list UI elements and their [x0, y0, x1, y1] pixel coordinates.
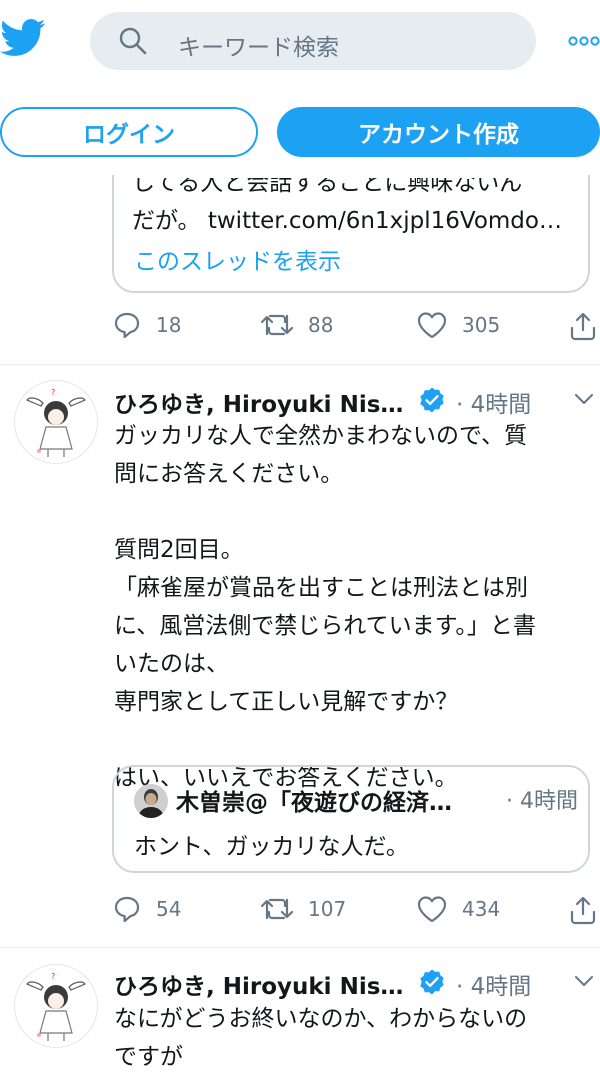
avatar[interactable]: ?	[14, 964, 98, 1048]
quoted-avatar	[134, 784, 168, 818]
retweet-count: 88	[308, 313, 334, 337]
like-button[interactable]: 305	[416, 310, 500, 340]
tweet-time[interactable]: · 4時間	[456, 967, 531, 1001]
tweet-text: ガッカリな人で全然かまわないので、質 問にお答えください。 質問2回目。 「麻雀…	[114, 423, 536, 791]
tweet-divider	[0, 947, 600, 948]
retweet-button[interactable]: 107	[260, 894, 346, 924]
retweet-count: 107	[308, 897, 347, 921]
retweet-icon	[260, 310, 294, 340]
share-button[interactable]	[568, 310, 598, 342]
tweet-text: なにがどうお終いなのか、わからないの ですが	[114, 1006, 528, 1070]
reply-count: 18	[156, 313, 182, 337]
author-name[interactable]: ひろゆき, Hiroyuki Nis…	[114, 385, 403, 419]
retweet-icon	[260, 894, 294, 924]
search-placeholder: キーワード検索	[178, 35, 339, 61]
more-dots-icon[interactable]	[568, 36, 600, 46]
reply-icon	[112, 310, 142, 340]
reply-icon	[112, 894, 142, 924]
login-button[interactable]: ログイン	[0, 107, 258, 157]
quoted-author-name: 木曽崇@「夜遊びの経済…	[176, 790, 452, 816]
quoted-tweet-text: だが。 twitter.com/6n1xjpl16Vomdo…	[132, 208, 562, 234]
like-count: 305	[462, 313, 501, 337]
svg-text:?: ?	[51, 388, 55, 397]
chevron-down-icon[interactable]	[574, 393, 594, 405]
search-input[interactable]: キーワード検索	[90, 12, 536, 70]
tweet-actions: 18 88 305	[112, 310, 600, 350]
tweet-time[interactable]: · 4時間	[456, 385, 531, 419]
quoted-tweet-card[interactable]: 木曽崇@「夜遊びの経済… · 4時間 ホント、ガッカリな人だ。	[112, 765, 590, 873]
show-thread-link[interactable]: このスレッドを表示	[134, 242, 341, 276]
verified-badge-icon	[418, 968, 446, 996]
twitter-bird-icon[interactable]	[0, 18, 46, 60]
signup-button[interactable]: アカウント作成	[277, 107, 600, 157]
avatar[interactable]: ?	[14, 380, 98, 464]
chevron-down-icon[interactable]	[574, 975, 594, 987]
retweet-button[interactable]: 88	[260, 310, 333, 340]
reply-button[interactable]: 18	[112, 310, 181, 340]
share-button[interactable]	[568, 894, 598, 926]
top-bar: キーワード検索 ログイン アカウント作成	[0, 0, 600, 175]
reply-button[interactable]: 54	[112, 894, 181, 924]
share-icon	[568, 310, 598, 342]
quoted-tweet-text: ホント、ガッカリな人だ。	[134, 834, 409, 860]
svg-text:?: ?	[51, 972, 55, 981]
quoted-tweet-time: · 4時間	[506, 789, 578, 814]
heart-icon	[416, 310, 448, 340]
tweet-actions: 54 107 434	[112, 894, 600, 934]
reply-count: 54	[156, 897, 182, 921]
tweet-divider	[0, 364, 600, 365]
author-name[interactable]: ひろゆき, Hiroyuki Nis…	[114, 967, 403, 1001]
like-button[interactable]: 434	[416, 894, 500, 924]
heart-icon	[416, 894, 448, 924]
verified-badge-icon	[418, 386, 446, 414]
share-icon	[568, 894, 598, 926]
search-icon	[118, 26, 148, 56]
like-count: 434	[462, 897, 501, 921]
